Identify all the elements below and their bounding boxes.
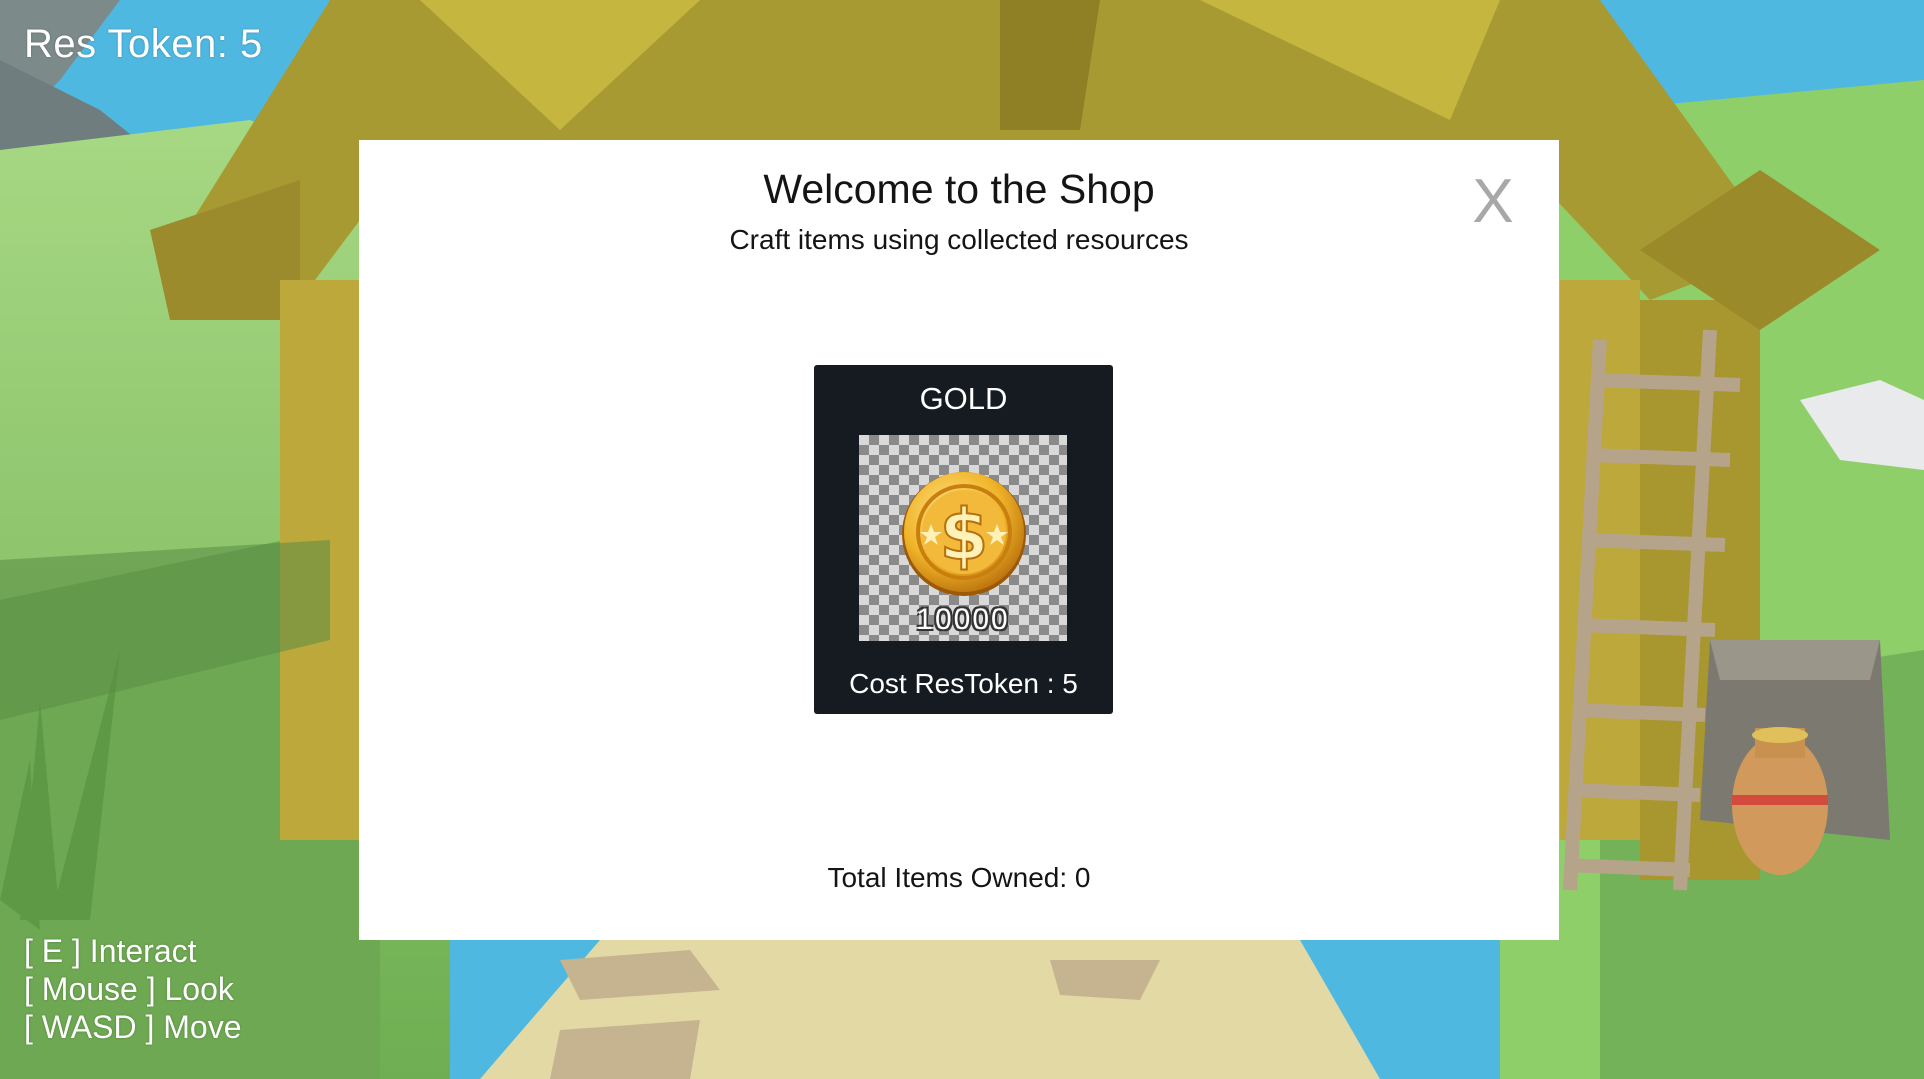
control-hint-look: [ Mouse ] Look — [24, 971, 234, 1007]
shop-item-card[interactable]: GOLD $ 10000 Cost ResToken: 5 — [814, 365, 1113, 714]
controls-hint: [ E ] Interact [ Mouse ] Look [ WASD ] M… — [24, 932, 242, 1046]
close-button[interactable]: X — [1463, 166, 1523, 236]
gold-coin-dollar-icon: $ — [902, 472, 1026, 596]
res-token-counter: Res Token: 5 — [24, 22, 263, 66]
item-image: $ 10000 — [859, 435, 1067, 641]
shop-title: Welcome to the Shop — [763, 166, 1155, 212]
shop-subtitle: Craft items using collected resources — [729, 224, 1189, 255]
item-amount: 10000 — [916, 603, 1010, 636]
total-items-owned: Total Items Owned: 0 — [827, 862, 1091, 893]
control-hint-move: [ WASD ] Move — [24, 1009, 242, 1045]
svg-text:$: $ — [940, 494, 989, 576]
shop-modal: Welcome to the Shop Craft items using co… — [359, 140, 1559, 940]
control-hint-interact: [ E ] Interact — [24, 933, 197, 969]
item-cost: Cost ResToken : 5 — [849, 668, 1078, 699]
item-name: GOLD — [919, 381, 1008, 416]
